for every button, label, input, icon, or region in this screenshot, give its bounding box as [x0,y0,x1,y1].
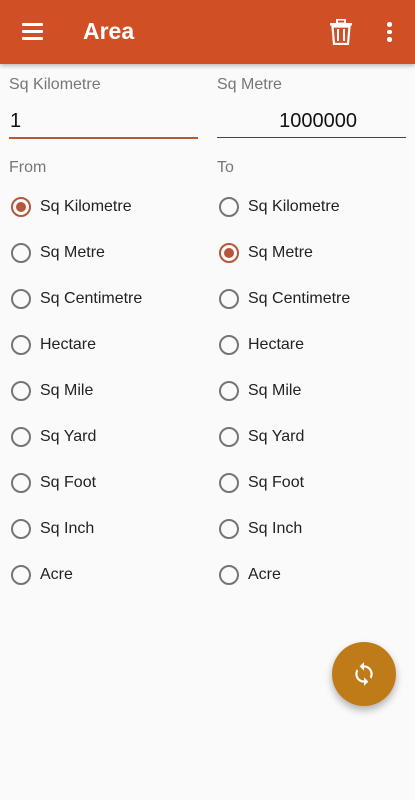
radio-button[interactable] [219,289,239,309]
from-option-hectare[interactable]: Hectare [11,330,96,360]
radio-button[interactable] [11,197,31,217]
from-option-sq-mile[interactable]: Sq Mile [11,376,93,406]
menu-icon[interactable] [22,22,43,40]
from-option-sq-yard[interactable]: Sq Yard [11,422,96,452]
from-input-label: Sq Kilometre [9,76,101,93]
radio-label: Sq Yard [248,428,305,445]
radio-button[interactable] [11,289,31,309]
from-option-sq-centimetre[interactable]: Sq Centimetre [11,284,142,314]
radio-label: Acre [248,566,281,583]
radio-button[interactable] [219,519,239,539]
radio-label: Sq Mile [40,382,94,399]
radio-button[interactable] [219,381,239,401]
radio-button[interactable] [11,427,31,447]
radio-button[interactable] [219,473,239,493]
to-option-sq-kilometre[interactable]: Sq Kilometre [219,192,340,222]
to-input-label: Sq Metre [217,76,282,93]
radio-button[interactable] [219,427,239,447]
to-option-sq-yard[interactable]: Sq Yard [219,422,304,452]
from-option-sq-metre[interactable]: Sq Metre [11,238,105,268]
radio-button[interactable] [219,197,239,217]
radio-label: Sq Kilometre [248,198,340,215]
radio-label: Sq Centimetre [248,290,351,307]
radio-label: Sq Mile [248,382,302,399]
to-option-hectare[interactable]: Hectare [219,330,304,360]
to-option-sq-inch[interactable]: Sq Inch [219,514,302,544]
radio-label: Sq Metre [248,244,313,261]
radio-label: Sq Foot [40,474,97,491]
swap-refresh-icon [355,662,373,686]
radio-button[interactable] [219,565,239,585]
more-vert-icon[interactable] [382,20,396,44]
radio-button[interactable] [11,381,31,401]
from-input-underline [9,137,198,139]
radio-label: Acre [40,566,73,583]
app-bar: Area [0,0,415,64]
to-input-underline [217,137,406,138]
from-option-sq-foot[interactable]: Sq Foot [11,468,96,498]
radio-button[interactable] [11,335,31,355]
to-option-acre[interactable]: Acre [219,560,281,590]
radio-label: Sq Kilometre [40,198,132,215]
from-option-acre[interactable]: Acre [11,560,73,590]
to-heading: To [217,159,234,176]
to-value-input[interactable] [217,107,359,135]
to-option-sq-metre[interactable]: Sq Metre [219,238,313,268]
to-option-sq-centimetre[interactable]: Sq Centimetre [219,284,350,314]
radio-button[interactable] [219,243,239,263]
radio-label: Hectare [248,336,305,353]
trash-icon[interactable] [329,19,353,45]
radio-button[interactable] [11,519,31,539]
radio-button[interactable] [11,243,31,263]
radio-button[interactable] [11,565,31,585]
from-option-sq-kilometre[interactable]: Sq Kilometre [11,192,132,222]
from-heading: From [9,159,47,176]
radio-label: Sq Inch [40,520,95,537]
radio-label: Sq Metre [40,244,105,261]
from-value-input[interactable] [8,107,200,135]
radio-label: Sq Yard [40,428,97,445]
radio-label: Sq Inch [248,520,303,537]
convert-fab-button[interactable] [332,642,396,706]
radio-label: Sq Foot [248,474,305,491]
page-title: Area [83,18,135,44]
to-option-sq-foot[interactable]: Sq Foot [219,468,304,498]
from-option-sq-inch[interactable]: Sq Inch [11,514,94,544]
radio-label: Hectare [40,336,97,353]
radio-button[interactable] [11,473,31,493]
radio-label: Sq Centimetre [40,290,143,307]
radio-button[interactable] [219,335,239,355]
to-option-sq-mile[interactable]: Sq Mile [219,376,301,406]
